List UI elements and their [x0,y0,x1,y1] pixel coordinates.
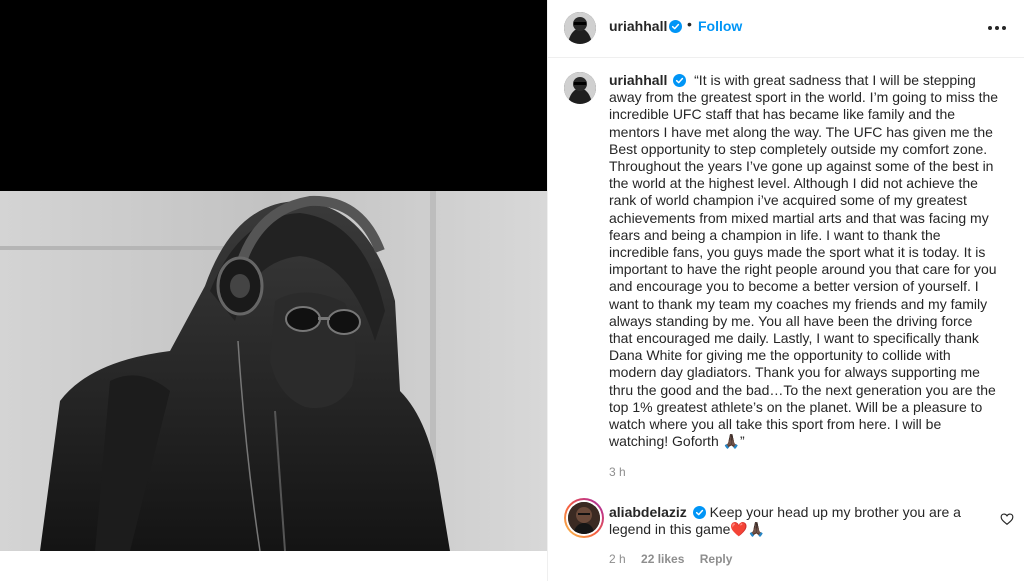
caption-author-avatar[interactable] [564,72,596,104]
post-side-panel: uriahhall • Follow uriahhall “It is with… [547,0,1024,581]
author-avatar[interactable] [564,12,596,44]
more-horizontal-icon[interactable] [985,16,1009,40]
post-media [0,0,547,581]
comment-reply-button[interactable]: Reply [700,552,733,566]
header-separator: • [687,16,692,32]
verified-badge-icon [673,74,687,87]
verified-badge-icon [669,20,682,33]
post-photo[interactable] [0,191,547,551]
heart-outline-icon[interactable] [1000,512,1014,526]
media-bottom-band [0,551,547,581]
post-photo-image [0,191,547,551]
comment-likes[interactable]: 22 likes [641,552,684,566]
verified-badge-icon [692,506,706,519]
caption-timestamp[interactable]: 3 h [609,465,626,479]
comment-text-block: aliabdelaziz Keep your head up my brothe… [609,504,989,538]
caption-text-block: uriahhall “It is with great sadness that… [609,72,999,450]
comment-timestamp[interactable]: 2 h [609,552,626,566]
commenter-username[interactable]: aliabdelaziz [609,504,687,520]
caption-username[interactable]: uriahhall [609,72,667,88]
author-username[interactable]: uriahhall [609,18,667,34]
commenter-avatar-image [568,502,600,534]
comment-meta: 2 h 22 likes Reply [609,552,744,566]
post-header: uriahhall • Follow [548,0,1024,58]
caption-body: “It is with great sadness that I will be… [609,72,999,450]
follow-button[interactable]: Follow [698,18,742,34]
commenter-avatar[interactable] [564,498,604,538]
